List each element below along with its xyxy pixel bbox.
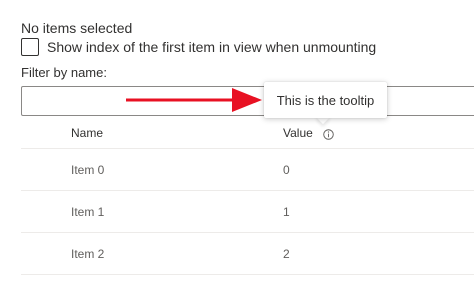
column-header-value[interactable]: Value (283, 126, 334, 140)
cell-value: 0 (283, 163, 290, 177)
details-list: Name Value Item 0 0 Item 1 1 Item 2 2 (21, 116, 474, 275)
annotation-arrow (126, 88, 262, 112)
checkbox-box[interactable] (21, 38, 39, 56)
cell-name: Item 2 (71, 247, 105, 261)
info-icon[interactable] (323, 128, 334, 140)
tooltip: This is the tooltip (264, 82, 387, 118)
cell-name: Item 1 (71, 205, 105, 219)
filter-label: Filter by name: (21, 65, 107, 80)
show-index-checkbox[interactable]: Show index of the first item in view whe… (21, 37, 376, 57)
details-list-demo: No items selected Show index of the firs… (0, 0, 474, 285)
table-row[interactable]: Item 1 1 (21, 191, 474, 233)
cell-name: Item 0 (71, 163, 105, 177)
column-header-name[interactable]: Name (71, 126, 103, 140)
cell-value: 1 (283, 205, 290, 219)
table-header-row: Name Value (21, 116, 474, 149)
selection-status: No items selected (21, 20, 133, 36)
cell-value: 2 (283, 247, 290, 261)
table-row[interactable]: Item 0 0 (21, 149, 474, 191)
checkbox-label[interactable]: Show index of the first item in view whe… (47, 39, 376, 55)
table-row[interactable]: Item 2 2 (21, 233, 474, 275)
column-header-value-label: Value (283, 126, 313, 140)
